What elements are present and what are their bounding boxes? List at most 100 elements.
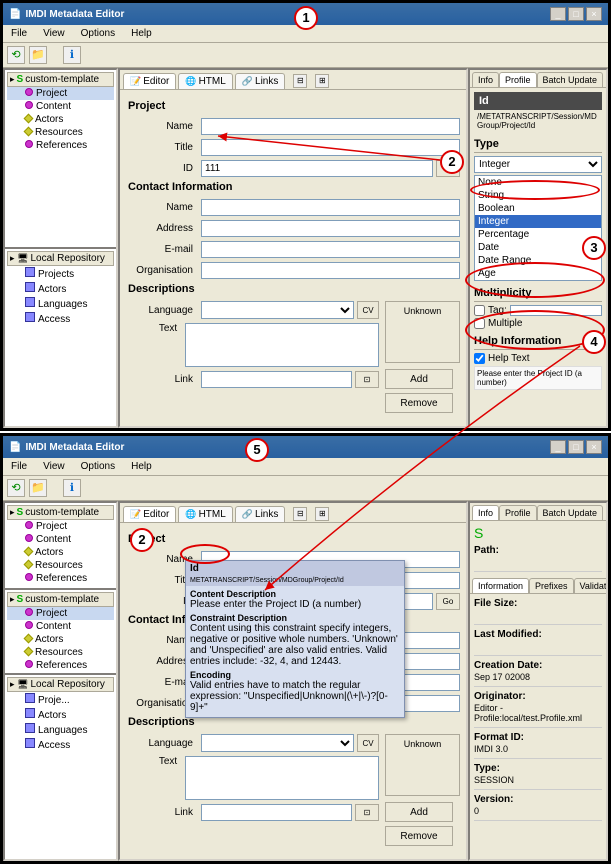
- tree-actors[interactable]: Actors: [7, 113, 114, 126]
- menu-view-b[interactable]: View: [39, 460, 69, 473]
- contact-name-field[interactable]: [201, 199, 460, 216]
- tree-header-template-b[interactable]: ▸ S custom-template: [7, 505, 114, 520]
- type-percentage[interactable]: Percentage: [475, 228, 601, 241]
- type-daterange[interactable]: Date Range: [475, 254, 601, 267]
- tree-references[interactable]: References: [7, 139, 114, 152]
- text-area-b[interactable]: [185, 756, 379, 800]
- tree-actors-b1[interactable]: Actors: [7, 546, 114, 559]
- tag-input[interactable]: [510, 305, 602, 316]
- tree-project-b1[interactable]: Project: [7, 520, 114, 533]
- tree-header-repo-b[interactable]: ▸ 🖥 Local Repository: [7, 677, 114, 692]
- remove-button[interactable]: Remove: [385, 393, 453, 413]
- tree-resources-b2[interactable]: Resources: [7, 646, 114, 659]
- email-field[interactable]: [201, 241, 460, 258]
- type-boolean[interactable]: Boolean: [475, 202, 601, 215]
- type-age[interactable]: Age: [475, 267, 601, 280]
- rtab-profile[interactable]: Profile: [499, 72, 537, 87]
- repo-languages-b[interactable]: Languages: [7, 722, 114, 737]
- maximize-button-b[interactable]: □: [568, 440, 584, 454]
- add-button-b[interactable]: Add: [385, 802, 453, 822]
- cv-button-b[interactable]: CV: [357, 734, 379, 752]
- tree-actors-b2[interactable]: Actors: [7, 633, 114, 646]
- helptext-checkbox[interactable]: [474, 353, 485, 364]
- menu-options[interactable]: Options: [77, 27, 119, 40]
- link-field-b[interactable]: [201, 804, 352, 821]
- repo-projects-b[interactable]: Proje...: [7, 692, 114, 707]
- text-area[interactable]: [185, 323, 379, 367]
- repo-languages[interactable]: Languages: [7, 296, 114, 311]
- subtab-prefixes[interactable]: Prefixes: [529, 578, 574, 593]
- menu-help-b[interactable]: Help: [127, 460, 156, 473]
- tree-content-b2[interactable]: Content: [7, 620, 114, 633]
- id-field[interactable]: [201, 160, 433, 177]
- tree-references-b2[interactable]: References: [7, 659, 114, 672]
- rtab-batch[interactable]: Batch Update: [537, 72, 604, 87]
- minimize-button[interactable]: _: [550, 7, 566, 21]
- go-button-b[interactable]: Go: [436, 593, 460, 610]
- title-field[interactable]: [201, 139, 460, 156]
- info-icon[interactable]: ℹ: [63, 46, 81, 64]
- new-icon[interactable]: ⟲: [7, 46, 25, 64]
- menu-file-b[interactable]: File: [7, 460, 31, 473]
- link-go-button[interactable]: ⊡: [355, 371, 379, 388]
- tag-checkbox[interactable]: [474, 305, 485, 316]
- rtab-info[interactable]: Info: [472, 72, 499, 87]
- cv-button[interactable]: CV: [357, 301, 379, 319]
- subtab-validation[interactable]: Validation: [574, 578, 606, 593]
- tree-references-b1[interactable]: References: [7, 572, 114, 585]
- tree-project-b2[interactable]: Project: [7, 607, 114, 620]
- type-integer[interactable]: Integer: [475, 215, 601, 228]
- tree-header-template-b2[interactable]: ▸ S custom-template: [7, 592, 114, 607]
- repo-projects[interactable]: Projects: [7, 266, 114, 281]
- type-select[interactable]: Integer: [474, 156, 602, 173]
- maximize-button[interactable]: □: [568, 7, 584, 21]
- tab-links-b[interactable]: 🔗 Links: [235, 506, 286, 522]
- expand-icon-b[interactable]: ⊞: [315, 507, 329, 521]
- tab-editor-b[interactable]: 📝 Editor: [123, 506, 176, 522]
- open-icon[interactable]: 📁: [29, 46, 47, 64]
- tab-links[interactable]: 🔗 Links: [235, 73, 286, 89]
- collapse-icon-b[interactable]: ⊟: [293, 507, 307, 521]
- collapse-icon[interactable]: ⊟: [293, 74, 307, 88]
- expand-icon[interactable]: ⊞: [315, 74, 329, 88]
- type-string[interactable]: String: [475, 189, 601, 202]
- menu-options-b[interactable]: Options: [77, 460, 119, 473]
- menu-help[interactable]: Help: [127, 27, 156, 40]
- repo-access[interactable]: Access: [7, 311, 114, 326]
- rtab-profile-b[interactable]: Profile: [499, 505, 537, 520]
- type-none[interactable]: None: [475, 176, 601, 189]
- rtab-info-b[interactable]: Info: [472, 505, 499, 520]
- remove-button-b[interactable]: Remove: [385, 826, 453, 846]
- tree-header-template[interactable]: ▸ S custom-template: [7, 72, 114, 87]
- tree-resources-b1[interactable]: Resources: [7, 559, 114, 572]
- tab-html-b[interactable]: 🌐 HTML: [178, 506, 232, 522]
- open-icon-b[interactable]: 📁: [29, 479, 47, 497]
- minimize-button-b[interactable]: _: [550, 440, 566, 454]
- tree-content[interactable]: Content: [7, 100, 114, 113]
- tree-project[interactable]: Project: [7, 87, 114, 100]
- repo-actors-b[interactable]: Actors: [7, 707, 114, 722]
- multiple-checkbox[interactable]: [474, 318, 485, 329]
- info-icon-b[interactable]: ℹ: [63, 479, 81, 497]
- name-field[interactable]: [201, 118, 460, 135]
- menu-file[interactable]: File: [7, 27, 31, 40]
- tree-content-b1[interactable]: Content: [7, 533, 114, 546]
- subtab-information[interactable]: Information: [472, 578, 529, 593]
- tree-resources[interactable]: Resources: [7, 126, 114, 139]
- add-button[interactable]: Add: [385, 369, 453, 389]
- tree-header-repo[interactable]: ▸ 🖥 Local Repository: [7, 251, 114, 266]
- address-field[interactable]: [201, 220, 460, 237]
- organisation-field[interactable]: [201, 262, 460, 279]
- language-select[interactable]: [201, 301, 354, 319]
- repo-actors[interactable]: Actors: [7, 281, 114, 296]
- rtab-batch-b[interactable]: Batch Update: [537, 505, 604, 520]
- link-go-button-b[interactable]: ⊡: [355, 804, 379, 821]
- menu-view[interactable]: View: [39, 27, 69, 40]
- close-button-b[interactable]: ×: [586, 440, 602, 454]
- link-field[interactable]: [201, 371, 352, 388]
- tab-html[interactable]: 🌐 HTML: [178, 73, 232, 89]
- language-select-b[interactable]: [201, 734, 354, 752]
- new-icon-b[interactable]: ⟲: [7, 479, 25, 497]
- repo-access-b[interactable]: Access: [7, 737, 114, 752]
- tab-editor[interactable]: 📝 Editor: [123, 73, 176, 89]
